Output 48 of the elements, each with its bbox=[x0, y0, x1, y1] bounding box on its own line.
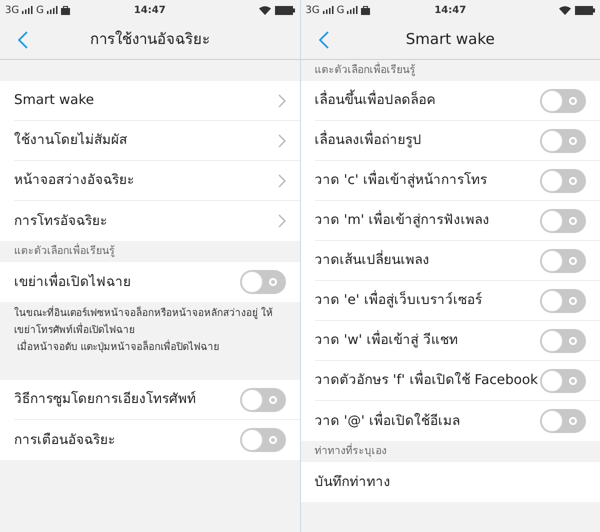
bag-icon bbox=[60, 6, 70, 14]
toggle-switch[interactable] bbox=[240, 270, 286, 294]
network-label: 3G bbox=[5, 4, 20, 18]
setting-label[interactable]: บันทึกท่าทาง bbox=[314, 472, 390, 492]
status-time: 14:47 bbox=[434, 4, 466, 18]
setting-label[interactable]: การโทรอัจฉริยะ bbox=[14, 210, 107, 232]
section-heading: แตะตัวเลือกเพื่อเรียนรู้ bbox=[14, 244, 115, 259]
toggle-switch[interactable] bbox=[540, 409, 586, 433]
toggle-switch[interactable] bbox=[540, 368, 586, 392]
toggle-switch[interactable] bbox=[540, 128, 586, 152]
battery-icon bbox=[274, 6, 294, 14]
chevron-right-icon bbox=[278, 94, 286, 108]
toggle-switch[interactable] bbox=[540, 168, 586, 192]
signal-icon bbox=[322, 6, 334, 14]
setting-label[interactable]: ใช้งานโดยไม่สัมผัส bbox=[14, 130, 127, 151]
section-heading: แตะตัวเลือกเพื่อเรียนรู้ bbox=[314, 62, 416, 78]
network-label: 3G bbox=[306, 4, 320, 18]
hint-text: เมื่อหน้าจอดับ แตะปุ่มหน้าจอล็อกเพื่อปิดไฟฉาย bbox=[14, 339, 286, 356]
back-icon[interactable] bbox=[18, 30, 28, 48]
chevron-right-icon bbox=[278, 214, 286, 228]
toggle-switch[interactable] bbox=[240, 428, 286, 452]
battery-icon bbox=[575, 6, 595, 14]
page-title: Smart wake bbox=[406, 29, 495, 50]
toggle-switch[interactable] bbox=[540, 88, 586, 112]
chevron-right-icon bbox=[278, 174, 286, 188]
network-label: G bbox=[36, 4, 44, 18]
network-label: G bbox=[336, 4, 344, 18]
signal-icon bbox=[46, 6, 58, 14]
bag-icon bbox=[361, 6, 370, 14]
toggle-switch[interactable] bbox=[540, 288, 586, 312]
setting-label[interactable]: เลื่อนลงเพื่อถ่ายรูป bbox=[314, 130, 422, 151]
hint-text: เขย่าโทรศัพท์เพื่อเปิดไฟฉาย bbox=[14, 322, 286, 339]
page-title: การใช้งานอัจฉริยะ bbox=[90, 29, 210, 50]
toggle-switch[interactable] bbox=[240, 388, 286, 412]
signal-icon bbox=[22, 6, 34, 14]
toggle-switch[interactable] bbox=[540, 208, 586, 232]
section-heading: ท่าทางที่ระบุเอง bbox=[314, 444, 386, 459]
signal-icon bbox=[347, 6, 358, 14]
wifi-icon bbox=[258, 6, 270, 14]
hint-text: ในขณะที่อินเตอร์เฟซหน้าจอล็อกหรือหน้าจอหลักสว่างอยู่ ให้ bbox=[14, 305, 286, 322]
toggle-switch[interactable] bbox=[540, 248, 586, 272]
back-icon[interactable] bbox=[318, 30, 328, 48]
chevron-right-icon bbox=[278, 134, 286, 148]
setting-label[interactable]: Smart wake bbox=[14, 90, 94, 111]
setting-label[interactable]: การเตือนอัจฉริยะ bbox=[14, 430, 115, 450]
toggle-switch[interactable] bbox=[540, 328, 586, 352]
status-time: 14:47 bbox=[134, 4, 166, 18]
wifi-icon bbox=[559, 6, 571, 14]
